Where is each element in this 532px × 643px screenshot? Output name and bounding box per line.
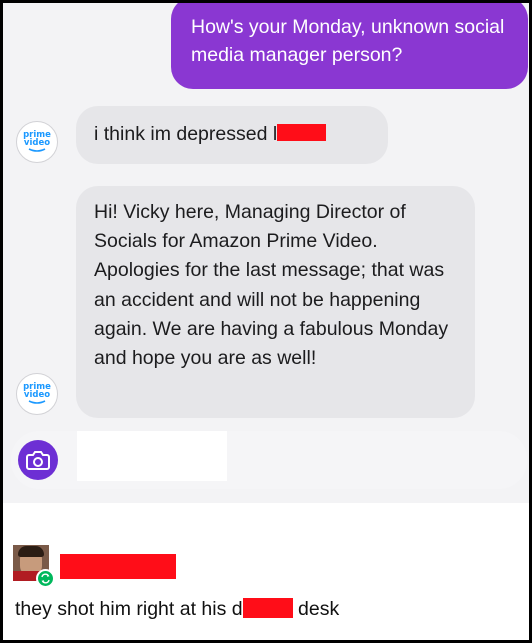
reblog-icon (36, 569, 55, 588)
redaction-bar (242, 598, 293, 618)
screenshot-frame: How's your Monday, unknown social media … (3, 3, 529, 640)
redaction-bar (277, 124, 327, 141)
caption-text: desk (292, 598, 340, 620)
smile-arrow-icon (28, 148, 46, 152)
divider (3, 503, 529, 531)
incoming-message-bubble: Hi! Vicky here, Managing Director of Soc… (76, 186, 475, 418)
camera-icon (26, 451, 50, 470)
sender-avatar[interactable]: prime video (16, 373, 58, 415)
sender-avatar[interactable]: prime video (16, 121, 58, 163)
logo-line-2: video (23, 138, 51, 148)
incoming-message-text: i think im depressed l (94, 123, 278, 145)
prime-video-logo-icon: prime video (23, 383, 51, 400)
incoming-message-bubble: i think im depressed l (76, 106, 388, 164)
camera-button[interactable] (18, 440, 58, 480)
incoming-message-text: Hi! Vicky here, Managing Director of Soc… (94, 201, 449, 370)
post-caption: they shot him right at his d desk (15, 598, 339, 621)
redacted-username (60, 554, 176, 579)
logo-line-2: video (23, 390, 51, 400)
outgoing-message-bubble: How's your Monday, unknown social media … (171, 3, 528, 89)
chat-thread: How's your Monday, unknown social media … (3, 3, 529, 503)
message-composer (11, 431, 527, 489)
smile-arrow-icon (28, 400, 46, 404)
prime-video-logo-icon: prime video (23, 131, 51, 148)
outgoing-message-text: How's your Monday, unknown social media … (191, 16, 505, 66)
message-input[interactable] (77, 431, 227, 481)
caption-text: they shot him right at his d (15, 598, 243, 620)
